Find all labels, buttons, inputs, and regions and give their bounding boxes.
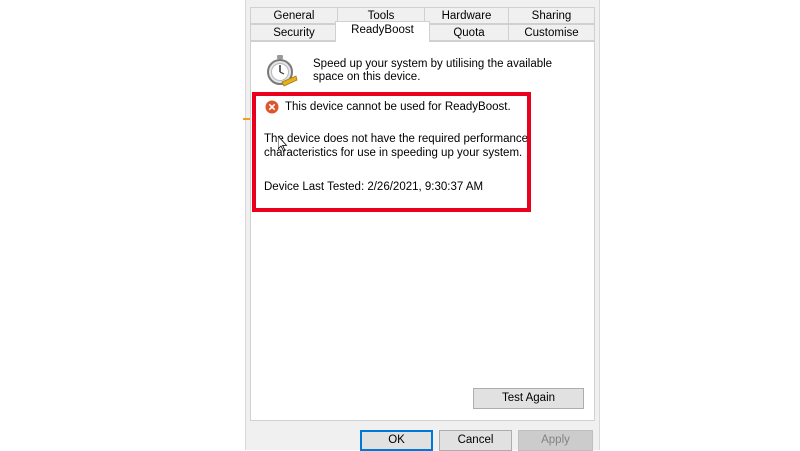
ok-button[interactable]: OK	[360, 430, 433, 451]
apply-button: Apply	[518, 430, 593, 451]
readyboost-stopwatch-icon	[267, 55, 298, 87]
annotation-highlight-box	[252, 92, 531, 212]
readyboost-intro-text: Speed up your system by utilising the av…	[313, 58, 553, 83]
tab-readyboost[interactable]: ReadyBoost	[335, 21, 430, 42]
tab-hardware[interactable]: Hardware	[424, 7, 509, 24]
tab-security[interactable]: Security	[250, 24, 338, 41]
properties-dialog: General Tools Hardware Sharing Security …	[245, 0, 600, 451]
accent-mark	[243, 118, 250, 120]
tab-customise[interactable]: Customise	[508, 24, 595, 41]
tab-sharing[interactable]: Sharing	[508, 7, 595, 24]
test-again-button[interactable]: Test Again	[473, 388, 584, 409]
mouse-cursor-icon	[278, 136, 288, 152]
tab-general[interactable]: General	[250, 7, 338, 24]
cancel-button[interactable]: Cancel	[439, 430, 512, 451]
tab-quota[interactable]: Quota	[429, 24, 509, 41]
